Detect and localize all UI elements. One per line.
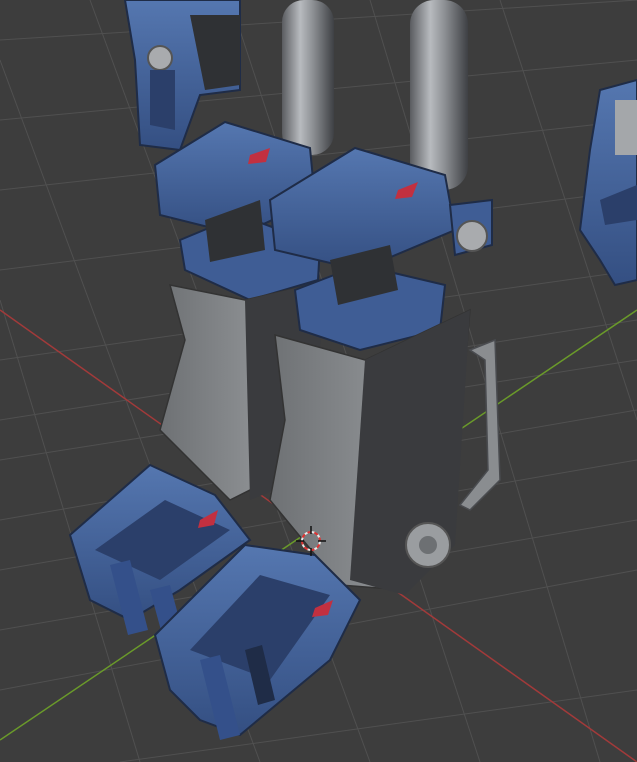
right-edge-part[interactable] (578, 78, 637, 287)
viewport-canvas[interactable] (0, 0, 637, 762)
3d-viewport[interactable] (0, 0, 637, 762)
